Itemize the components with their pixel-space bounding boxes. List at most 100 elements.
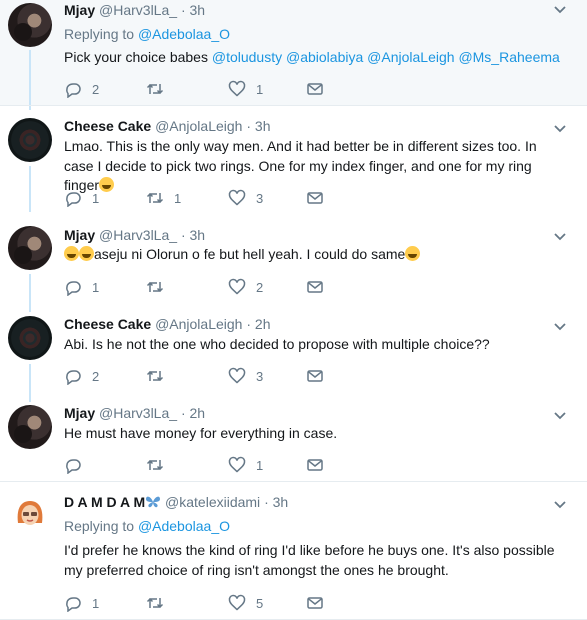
retweet-button[interactable] (146, 278, 174, 296)
tweet-header: Cheese Cake @AnjolaLeigh · 2h (64, 316, 270, 332)
avatar[interactable] (8, 316, 52, 360)
reply-button[interactable] (64, 456, 92, 474)
heart-icon (228, 367, 246, 384)
timestamp[interactable]: 2h (190, 405, 206, 421)
avatar[interactable] (8, 3, 52, 47)
grinning-emoji (79, 246, 94, 261)
display-name[interactable]: Mjay (64, 2, 95, 18)
reply-button[interactable]: 1 (64, 594, 99, 612)
dm-button[interactable] (306, 278, 324, 296)
like-count: 2 (256, 279, 264, 295)
timestamp[interactable]: 2h (255, 316, 271, 332)
separator: · (246, 118, 252, 134)
reply-icon (66, 281, 81, 296)
like-button[interactable]: 1 (228, 456, 263, 474)
reply-button[interactable]: 1 (64, 189, 99, 207)
heart-icon (228, 594, 246, 611)
mention-link[interactable]: @toludusty (212, 49, 282, 65)
timestamp[interactable]: 3h (273, 494, 289, 510)
tweet-text: Lmao. This is the only way men. And it h… (64, 137, 570, 196)
replying-to-label: Replying to (64, 518, 135, 534)
retweet-button[interactable] (146, 80, 174, 98)
user-handle[interactable]: @Harv3lLa_ (99, 2, 177, 18)
display-name[interactable]: Cheese Cake (64, 118, 151, 134)
reply-count: 1 (92, 279, 100, 295)
user-handle[interactable]: @Harv3lLa_ (99, 227, 177, 243)
envelope-icon (307, 281, 323, 293)
reply-button[interactable]: 2 (64, 80, 99, 98)
dm-button[interactable] (306, 189, 324, 207)
display-name[interactable]: Mjay (64, 405, 95, 421)
heart-icon (228, 456, 246, 473)
chevron-down-icon[interactable] (553, 411, 567, 421)
user-handle[interactable]: @Harv3lLa_ (99, 405, 177, 421)
avatar[interactable] (8, 226, 52, 270)
timestamp[interactable]: 3h (190, 227, 206, 243)
heart-icon (228, 189, 246, 206)
avatar[interactable] (8, 118, 52, 162)
retweet-button[interactable] (146, 456, 174, 474)
separator: · (180, 227, 186, 243)
tweet-text: Pick your choice babes @toludusty @abiol… (64, 48, 570, 68)
user-handle[interactable]: @katelexiidami (165, 494, 260, 510)
user-handle[interactable]: @AnjolaLeigh (155, 316, 242, 332)
reply-count: 1 (92, 190, 100, 206)
chevron-down-icon[interactable] (553, 124, 567, 134)
retweet-icon (146, 83, 164, 95)
display-name[interactable]: D A M D A M (64, 494, 145, 510)
thread-line (29, 274, 31, 312)
chevron-down-icon[interactable] (553, 500, 567, 510)
reply-icon (66, 597, 81, 612)
avatar[interactable] (8, 405, 52, 449)
thread-line (29, 50, 31, 108)
tweet-actions: 1 5 (64, 594, 364, 612)
retweet-button[interactable] (146, 594, 174, 612)
user-handle[interactable]: @AnjolaLeigh (155, 118, 242, 134)
tweet-text-body: He must have money for everything in cas… (64, 425, 338, 441)
dm-button[interactable] (306, 456, 324, 474)
dm-button[interactable] (306, 80, 324, 98)
like-count: 1 (256, 457, 264, 473)
chevron-down-icon[interactable] (553, 232, 567, 242)
retweet-button[interactable] (146, 367, 174, 385)
retweet-icon (146, 281, 164, 293)
like-button[interactable]: 1 (228, 80, 263, 98)
separator: · (264, 494, 269, 510)
reply-to-link[interactable]: @Adebolaa_O (138, 26, 230, 42)
like-count: 1 (256, 81, 264, 97)
like-button[interactable]: 3 (228, 367, 263, 385)
reply-icon (66, 192, 81, 207)
tweet-text-body: Abi. Is he not the one who decided to pr… (64, 336, 490, 352)
like-button[interactable]: 2 (228, 278, 263, 296)
separator: · (246, 316, 252, 332)
tweet-actions: 2 3 (64, 367, 364, 385)
mention-link[interactable]: @abiolabiya (286, 49, 363, 65)
retweet-icon (146, 597, 164, 609)
tweet-header: Mjay @Harv3lLa_ · 3h (64, 227, 205, 243)
grinning-emoji (64, 246, 79, 261)
envelope-icon (307, 459, 323, 471)
timestamp[interactable]: 3h (190, 2, 206, 18)
display-name[interactable]: Mjay (64, 227, 95, 243)
chevron-down-icon[interactable] (553, 5, 567, 15)
dm-button[interactable] (306, 367, 324, 385)
display-name[interactable]: Cheese Cake (64, 316, 151, 332)
tweet-actions: 2 1 (64, 80, 364, 98)
tweet-text-body: Pick your choice babes (64, 49, 208, 65)
tweet-text: Abi. Is he not the one who decided to pr… (64, 335, 570, 355)
like-button[interactable]: 5 (228, 594, 263, 612)
separator: · (180, 405, 186, 421)
reply-button[interactable]: 2 (64, 367, 99, 385)
chevron-down-icon[interactable] (553, 322, 567, 332)
dm-button[interactable] (306, 594, 324, 612)
reply-to-link[interactable]: @Adebolaa_O (138, 518, 230, 534)
mention-link[interactable]: @Ms_Raheema (458, 49, 559, 65)
mention-link[interactable]: @AnjolaLeigh (367, 49, 454, 65)
thread-line (29, 364, 31, 402)
like-button[interactable]: 3 (228, 189, 263, 207)
timestamp[interactable]: 3h (255, 118, 271, 134)
avatar[interactable] (8, 493, 52, 537)
reply-button[interactable]: 1 (64, 278, 99, 296)
retweet-icon (146, 459, 164, 471)
retweet-button[interactable]: 1 (146, 189, 181, 207)
